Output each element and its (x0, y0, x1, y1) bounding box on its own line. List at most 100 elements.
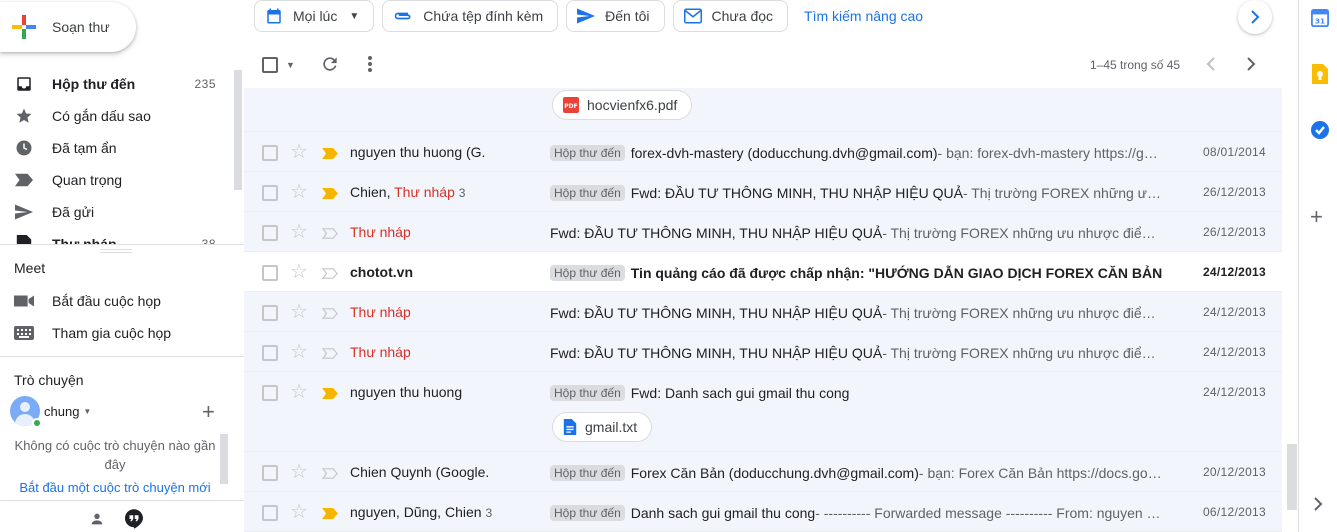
hangouts-icon[interactable] (120, 505, 148, 532)
important-marker-icon[interactable] (322, 146, 338, 164)
star-icon[interactable]: ☆ (290, 302, 308, 322)
email-sender: nguyen thu huong (350, 384, 540, 400)
chat-heading: Trò chuyện (14, 372, 84, 388)
calendar-app-icon[interactable]: 31 (1310, 8, 1330, 28)
table-row[interactable]: ☆ Chien, Thư nháp 3 Hộp thư đến Fwd: ĐẦU… (244, 172, 1282, 212)
table-row[interactable]: ☆ Thư nháp Fwd: ĐẦU TƯ THÔNG MINH, THU N… (244, 332, 1282, 372)
compose-plus-icon (12, 15, 36, 39)
any-time-chip[interactable]: Mọi lúc ▼ (254, 0, 375, 32)
nav-item-snoozed[interactable]: Đã tạm ẩn (0, 132, 232, 164)
chevron-right-icon[interactable] (1313, 496, 1323, 517)
row-checkbox[interactable] (262, 305, 278, 321)
star-icon[interactable]: ☆ (290, 502, 308, 522)
has-attachment-chip[interactable]: Chứa tệp đính kèm (382, 0, 559, 32)
row-checkbox[interactable] (262, 385, 278, 401)
star-icon[interactable]: ☆ (290, 462, 308, 482)
draft-tag: Thư nháp (350, 224, 411, 240)
add-chat-icon[interactable]: + (202, 401, 215, 423)
table-row[interactable]: PDF hocvienfx6.pdf (244, 88, 1282, 132)
chevron-right-icon[interactable] (1238, 0, 1272, 34)
search-filter-chips: Mọi lúc ▼ Chứa tệp đính kèm Đến tôi Chưa… (254, 0, 923, 32)
resize-handle[interactable] (100, 249, 132, 253)
email-content: Hộp thư đến Tin quảng cáo đã được chấp n… (550, 262, 1162, 284)
chevron-left-icon[interactable] (1206, 56, 1216, 77)
row-checkbox[interactable] (262, 185, 278, 201)
attachment-chip[interactable]: PDF hocvienfx6.pdf (552, 90, 693, 120)
nav-item-sent[interactable]: Đã gửi (0, 196, 232, 228)
table-row[interactable]: ☆ nguyen thu huong Hộp thư đến Fwd: Danh… (244, 372, 1282, 452)
refresh-icon[interactable] (320, 54, 340, 79)
important-marker-icon[interactable] (322, 506, 338, 524)
chat-start-link[interactable]: Bắt đầu một cuộc trò chuyện mới (10, 480, 220, 495)
table-row[interactable]: ☆ Thư nháp Fwd: ĐẦU TƯ THÔNG MINH, THU N… (244, 292, 1282, 332)
inbox-label[interactable]: Hộp thư đến (550, 505, 625, 521)
star-icon[interactable]: ☆ (290, 182, 308, 202)
meet-start-button[interactable]: Bắt đầu cuộc họp (14, 285, 161, 317)
table-row[interactable]: ☆ nguyen, Dũng, Chien 3 Hộp thư đến Danh… (244, 492, 1282, 532)
email-date: 24/12/2013 (1202, 305, 1266, 319)
row-checkbox[interactable] (262, 145, 278, 161)
nav-item-drafts[interactable]: Thư nháp 38 (0, 228, 232, 244)
keep-icon[interactable] (1310, 64, 1330, 84)
inbox-label[interactable]: Hộp thư đến (550, 385, 625, 401)
table-row[interactable]: ☆ Thư nháp Fwd: ĐẦU TƯ THÔNG MINH, THU N… (244, 212, 1282, 252)
list-scrollbar[interactable] (1287, 444, 1297, 510)
star-icon[interactable]: ☆ (290, 142, 308, 162)
contacts-icon[interactable] (83, 505, 111, 532)
email-subject: Fwd: ĐẦU TƯ THÔNG MINH, THU NHẬP HIỆU QU… (550, 225, 883, 241)
chevron-right-icon[interactable] (1246, 56, 1256, 77)
to-me-chip[interactable]: Đến tôi (566, 0, 665, 32)
folder-nav: Hộp thư đến 235 Có gắn dấu sao Đã tạm ẩn (0, 68, 232, 244)
star-icon[interactable]: ☆ (290, 382, 308, 402)
email-date: 20/12/2013 (1202, 465, 1266, 479)
table-row[interactable]: ☆ chotot.vn Hộp thư đến Tin quảng cáo đã… (244, 252, 1282, 292)
important-marker-icon[interactable] (322, 186, 338, 204)
pdf-icon: PDF (563, 97, 579, 113)
inbox-label[interactable]: Hộp thư đến (550, 145, 625, 161)
email-content: Hộp thư đến forex-dvh-mastery (doducchun… (550, 142, 1162, 164)
nav-item-important[interactable]: Quan trọng (0, 164, 232, 196)
table-row[interactable]: ☆ nguyen thu huong (G. Hộp thư đến forex… (244, 132, 1282, 172)
nav-item-inbox[interactable]: Hộp thư đến 235 (0, 68, 232, 100)
inbox-label[interactable]: Hộp thư đến (550, 465, 625, 481)
nav-scrollbar[interactable] (234, 70, 242, 190)
not-important-marker-icon[interactable] (321, 466, 338, 484)
not-important-marker-icon[interactable] (321, 306, 338, 324)
unread-chip[interactable]: Chưa đọc (672, 0, 789, 32)
star-icon[interactable]: ☆ (290, 222, 308, 242)
row-checkbox[interactable] (262, 465, 278, 481)
nav-item-starred[interactable]: Có gắn dấu sao (0, 100, 232, 132)
not-important-marker-icon[interactable] (321, 346, 338, 364)
sender-name: Chien, (350, 184, 395, 200)
more-vert-icon[interactable] (364, 54, 376, 79)
compose-button[interactable]: Soạn thư (0, 2, 136, 52)
row-checkbox[interactable] (262, 505, 278, 521)
not-important-marker-icon[interactable] (321, 226, 338, 244)
email-subject: Forex Căn Bản (doducchung.dvh@gmail.com) (630, 465, 919, 481)
meet-join-button[interactable]: Tham gia cuộc họp (14, 317, 171, 349)
row-checkbox[interactable] (262, 345, 278, 361)
table-row[interactable]: ☆ Chien Quynh (Google. Hộp thư đến Forex… (244, 452, 1282, 492)
important-marker-icon[interactable] (322, 386, 338, 404)
tasks-icon[interactable] (1310, 120, 1330, 140)
inbox-label[interactable]: Hộp thư đến (550, 185, 625, 201)
star-icon[interactable]: ☆ (290, 342, 308, 362)
gmail-app: Soạn thư Hộp thư đến 235 Có gắn dấu sao (0, 0, 1337, 532)
star-icon[interactable]: ☆ (290, 262, 308, 282)
add-addon-icon[interactable]: + (1310, 206, 1323, 228)
not-important-marker-icon[interactable] (321, 266, 338, 284)
email-date: 24/12/2013 (1202, 345, 1266, 359)
meet-join-label: Tham gia cuộc họp (52, 325, 172, 341)
attachment-chip[interactable]: gmail.txt (552, 412, 653, 442)
chat-user-switcher[interactable]: chung ▼ (10, 396, 91, 426)
inbox-label[interactable]: Hộp thư đến (550, 265, 625, 281)
clock-icon (14, 138, 34, 158)
mail-icon (683, 8, 702, 24)
select-all-checkbox[interactable] (262, 57, 278, 73)
row-checkbox[interactable] (262, 265, 278, 281)
chevron-down-icon[interactable]: ▼ (286, 60, 295, 70)
email-snippet: - bạn: forex-dvh-mastery https://groups.… (937, 145, 1162, 161)
advanced-search-link[interactable]: Tìm kiếm nâng cao (804, 8, 923, 24)
chat-scrollbar[interactable] (220, 434, 228, 484)
row-checkbox[interactable] (262, 225, 278, 241)
